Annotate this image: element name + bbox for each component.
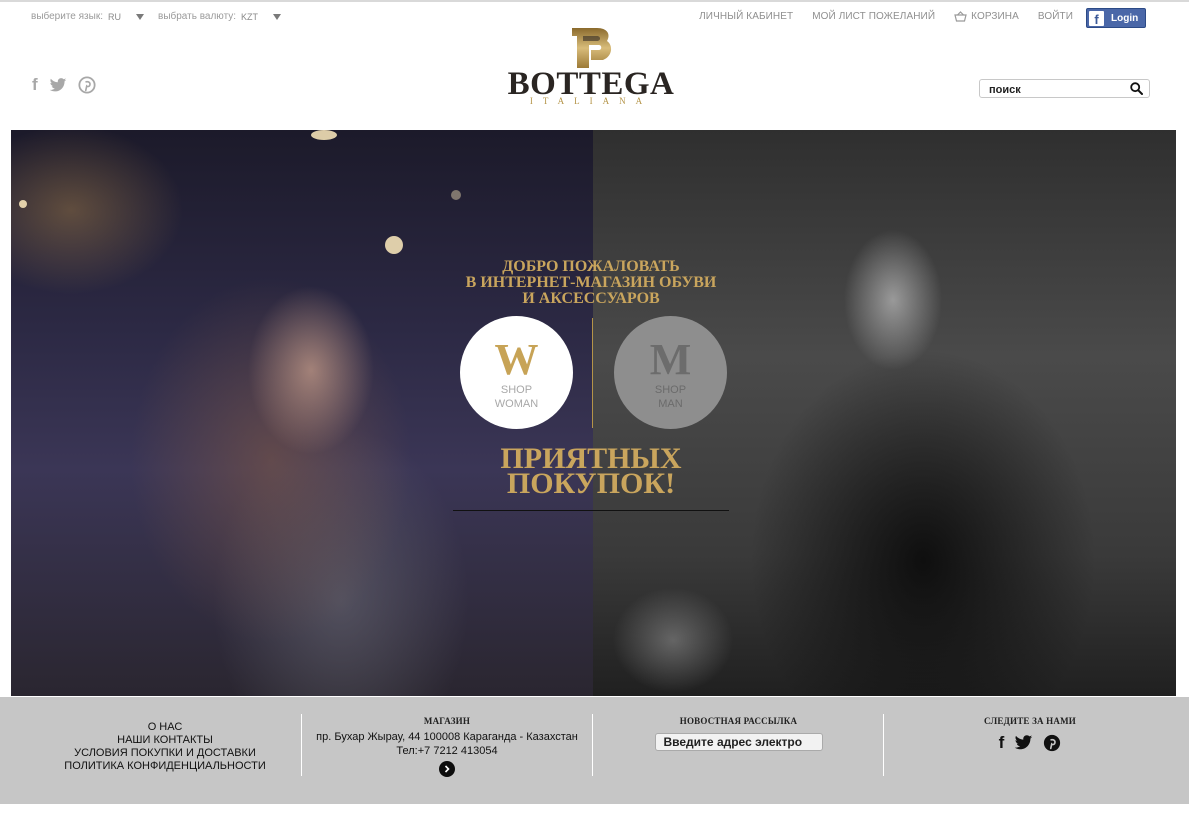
- chevron-right-icon: [444, 765, 450, 773]
- shop-woman-button[interactable]: W SHOP WOMAN: [460, 316, 573, 429]
- top-bar: выберите язык: RU выбрать валюту: KZT ли…: [0, 8, 1189, 28]
- shop-man-label-1: SHOP: [654, 384, 687, 396]
- header-social-icons: f: [32, 76, 96, 94]
- footer-separator: [883, 714, 884, 776]
- chevron-down-icon[interactable]: [273, 13, 282, 20]
- man-letter: M: [649, 335, 692, 384]
- cart-label: корзина: [971, 11, 1019, 22]
- facebook-icon[interactable]: f: [999, 734, 1005, 752]
- hero-banner: ДОБРО ПОЖАЛОВАТЬ В ИНТЕРНЕТ-МАГАЗИН ОБУВ…: [11, 130, 1176, 696]
- shop-woman-label-2: WOMAN: [494, 398, 539, 410]
- shop-woman-label-1: SHOP: [500, 384, 533, 396]
- facebook-login-label: Login: [1111, 12, 1139, 24]
- shop-man-label-2: MAN: [658, 398, 683, 410]
- welcome-line: ДОБРО ПОЖАЛОВАТЬ: [502, 258, 680, 275]
- facebook-icon: f: [1089, 10, 1104, 26]
- store-phone: Тел:+7 7212 413054: [396, 745, 498, 757]
- closing-line: ПОКУПОК!: [506, 467, 676, 500]
- language-value[interactable]: RU: [108, 12, 121, 22]
- chevron-down-icon[interactable]: [135, 13, 144, 20]
- login-link[interactable]: войти: [1038, 11, 1073, 22]
- account-link[interactable]: личный кабинет: [699, 11, 793, 22]
- pinterest-icon[interactable]: [1043, 734, 1061, 752]
- top-border: [0, 0, 1189, 2]
- welcome-line: И АКСЕССУАРОВ: [522, 290, 660, 307]
- search-input[interactable]: [989, 81, 1119, 99]
- bottega-logo[interactable]: BOTTEGA ITALIANA: [505, 26, 677, 108]
- footer: О НАС НАШИ КОНТАКТЫ УСЛОВИЯ ПОКУПКИ И ДО…: [0, 697, 1189, 804]
- welcome-line: В ИНТЕРНЕТ-МАГАЗИН ОБУВИ: [465, 274, 717, 291]
- footer-social-icons: f: [885, 734, 1175, 752]
- store-info: МАГАЗИН пр. Бухар Жырау, 44 100008 Караг…: [302, 697, 592, 804]
- logo-monogram: [572, 28, 612, 68]
- basket-icon: [954, 11, 967, 22]
- facebook-icon[interactable]: f: [32, 76, 38, 94]
- newsletter-email-input[interactable]: [654, 733, 823, 751]
- store-heading: МАГАЗИН: [423, 716, 471, 726]
- footer-separator: [592, 714, 593, 776]
- closing-text: ПРИЯТНЫХ ПОКУПОК!: [441, 444, 741, 500]
- facebook-login-button[interactable]: f Login: [1086, 8, 1146, 28]
- wishlist-link[interactable]: мой лист пожеланий: [812, 11, 935, 22]
- search-icon[interactable]: [1130, 82, 1143, 95]
- twitter-icon[interactable]: [1014, 735, 1033, 751]
- language-label: выберите язык:: [31, 11, 103, 22]
- store-more-button[interactable]: [439, 761, 455, 777]
- currency-selector[interactable]: выбрать валюту: KZT: [158, 11, 282, 22]
- contacts-link[interactable]: НАШИ КОНТАКТЫ: [45, 734, 285, 747]
- closing-underline: [453, 510, 729, 511]
- about-link[interactable]: О НАС: [45, 721, 285, 734]
- newsletter: НОВОСТНАЯ РАССЫЛКА: [594, 697, 883, 804]
- search-box: [979, 79, 1150, 99]
- account-links: личный кабинет мой лист пожеланий корзин…: [699, 11, 1073, 22]
- pinterest-icon[interactable]: [78, 76, 96, 94]
- cart-link[interactable]: корзина: [954, 11, 1019, 22]
- currency-label: выбрать валюту:: [158, 11, 237, 22]
- woman-letter: W: [494, 335, 539, 384]
- footer-links: О НАС НАШИ КОНТАКТЫ УСЛОВИЯ ПОКУПКИ И ДО…: [45, 697, 285, 828]
- newsletter-heading: НОВОСТНАЯ РАССЫЛКА: [679, 716, 798, 726]
- shop-man-button[interactable]: M SHOP MAN: [614, 316, 727, 429]
- currency-value[interactable]: KZT: [241, 12, 258, 22]
- terms-link[interactable]: УСЛОВИЯ ПОКУПКИ И ДОСТАВКИ: [45, 747, 285, 760]
- store-address: пр. Бухар Жырау, 44 100008 Караганда - К…: [316, 731, 578, 743]
- divider-line: [592, 318, 593, 428]
- logo-subtitle: ITALIANA: [529, 96, 653, 106]
- follow-heading: СЛЕДИТЕ ЗА НАМИ: [984, 716, 1076, 726]
- language-selector[interactable]: выберите язык: RU: [31, 11, 144, 22]
- welcome-text: ДОБРО ПОЖАЛОВАТЬ В ИНТЕРНЕТ-МАГАЗИН ОБУВ…: [441, 259, 741, 307]
- twitter-icon[interactable]: [49, 77, 67, 93]
- privacy-link[interactable]: ПОЛИТИКА КОНФИДЕНЦИАЛЬНОСТИ: [45, 760, 285, 773]
- follow-us: СЛЕДИТЕ ЗА НАМИ f: [885, 697, 1175, 804]
